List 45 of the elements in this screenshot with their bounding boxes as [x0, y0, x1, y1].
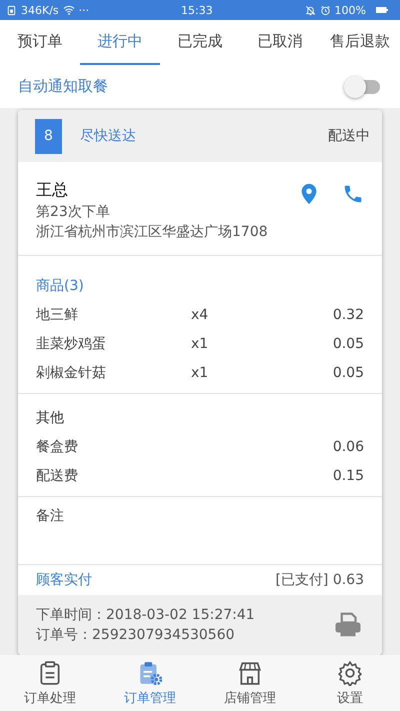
item-name: 剁椒金针菇 — [36, 364, 107, 382]
item-price: 0.32 — [332, 306, 364, 322]
tab[interactable]: 售后退款 — [320, 20, 400, 65]
fee-name: 餐盒费 — [36, 438, 79, 456]
nav-tab[interactable]: 订单处理 — [0, 655, 100, 711]
note-label: 备注 — [36, 508, 64, 524]
tab[interactable]: 预订单 — [0, 20, 80, 65]
network-speed: 346K/s — [21, 4, 59, 16]
payment-label: 顾客实付 — [36, 571, 92, 589]
item-quantity: x1 — [191, 336, 210, 352]
fee-name: 配送费 — [36, 466, 79, 484]
wifi-icon — [62, 4, 75, 16]
item-quantity: x4 — [191, 306, 210, 322]
other-title: 其他 — [36, 409, 65, 428]
item-quantity: x1 — [191, 364, 210, 380]
sim-icon — [6, 4, 17, 16]
item-price: 0.05 — [332, 336, 364, 352]
clock-time: 15:33 — [180, 4, 214, 16]
more-indicator: ··· — [78, 4, 90, 16]
order-time: 下单时间：2018-03-02 15:27:41 — [36, 606, 256, 624]
fee-amount: 0.06 — [332, 438, 364, 454]
goods-title: 商品(3) — [36, 277, 85, 296]
settings-icon — [337, 660, 363, 686]
fee-amount: 0.15 — [332, 468, 364, 484]
order-number: 8 — [35, 118, 62, 154]
auto-notify-label: 自动通知取餐 — [18, 77, 108, 96]
nav-tab[interactable]: 设置 — [300, 655, 400, 711]
item-price: 0.05 — [332, 364, 364, 380]
tab[interactable]: 已完成 — [160, 20, 240, 65]
alarm-icon — [320, 4, 331, 16]
bell-off-icon — [304, 4, 316, 16]
tab[interactable]: 已取消 — [240, 20, 320, 65]
delivery-time: 尽快送达 — [80, 127, 137, 145]
order-status: 配送中 — [328, 127, 370, 145]
nav-tab[interactable]: 订单管理 — [100, 655, 200, 711]
customer-address: 浙江省杭州市滨江区华盛达广场1708 — [36, 223, 269, 241]
store-icon — [237, 660, 263, 686]
item-name: 韭菜炒鸡蛋 — [36, 334, 107, 352]
order-count: 第23次下单 — [36, 203, 111, 221]
item-name: 地三鲜 — [36, 306, 79, 324]
customer-name: 王总 — [36, 180, 69, 201]
payment-amount: [已支付] 0.63 — [275, 571, 364, 589]
nav-tab[interactable]: 店铺管理 — [200, 655, 300, 711]
battery-level: 100% — [334, 4, 366, 16]
order-number-text: 订单号：2592307934530560 — [36, 626, 236, 644]
